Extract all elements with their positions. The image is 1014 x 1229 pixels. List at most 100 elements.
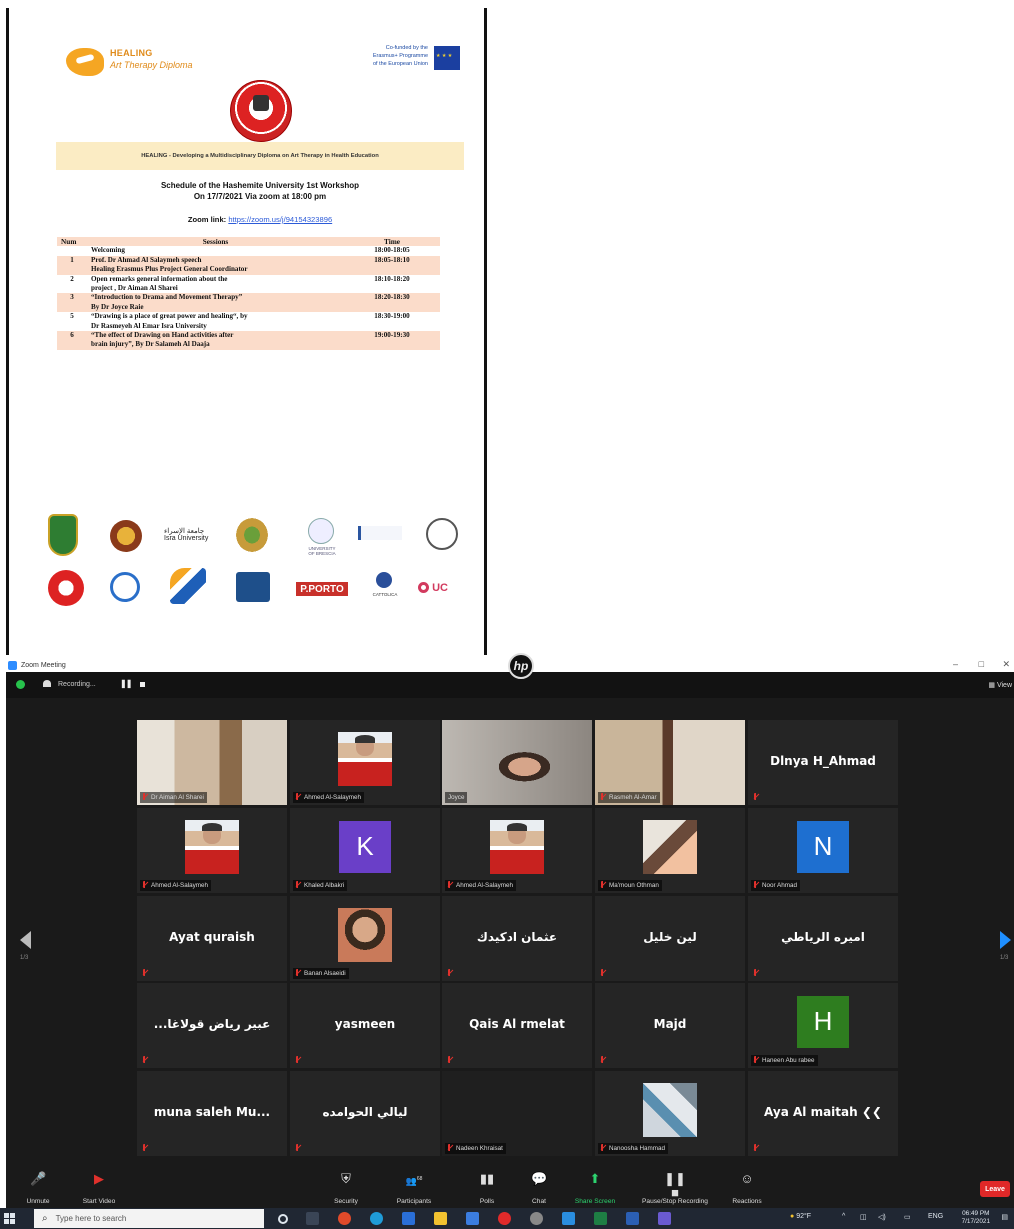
weather-widget[interactable]: ● 92°F [790, 1213, 811, 1220]
language-indicator[interactable]: ENG [928, 1213, 943, 1220]
participant-tile[interactable]: ...عبير رياض قولاغا [137, 983, 287, 1068]
participant-tile[interactable]: K Khaled Albakri [290, 808, 440, 893]
excel-icon[interactable] [594, 1212, 607, 1225]
row-num: 6 [70, 331, 74, 340]
table-row: 1 Prof. Dr Ahmad Al Salaymeh speech Heali… [57, 255, 440, 275]
participant-tile[interactable]: Aya Al maitah ❮❮ [748, 1071, 898, 1156]
word-icon[interactable] [626, 1212, 639, 1225]
minimize-icon[interactable]: – [953, 659, 958, 669]
eu-text-line1: Co-funded by the [385, 45, 428, 51]
participant-tile[interactable]: عثمان ادكيدك [442, 896, 592, 981]
start-video-button[interactable]: ▶ Start Video [74, 1172, 124, 1208]
participant-tile[interactable]: Ahmed Al-Salaymeh [442, 808, 592, 893]
cortana-icon[interactable] [278, 1214, 288, 1224]
zoom-link[interactable]: https://zoom.us/j/94154323896 [228, 215, 332, 224]
uc-logo: UC [418, 582, 468, 598]
view-button[interactable]: ▦ View [988, 681, 1012, 689]
schedule-subtitle: On 17/7/2021 Via zoom at 18:00 pm [193, 192, 327, 201]
task-view-icon[interactable] [306, 1212, 319, 1225]
share-screen-icon: ⬆ [589, 1171, 601, 1186]
participant-tile[interactable]: Majd [595, 983, 745, 1068]
participant-name: Ahmed Al-Salaymeh [151, 882, 209, 889]
participant-name-tag: Joyce [445, 792, 468, 803]
participant-tile[interactable]: Dr Aiman Al Sharei [137, 720, 287, 805]
participant-name-tag [445, 1055, 459, 1066]
participant-tile[interactable]: Nadeen Khraisat [442, 1071, 592, 1156]
participant-tile[interactable]: Rasmeh Al-Amar [595, 720, 745, 805]
pause-stop-recording-label: Pause/Stop Recording [642, 1198, 708, 1205]
participant-tile[interactable]: لين خليل [595, 896, 745, 981]
participant-tile[interactable]: اميره الرياطي [748, 896, 898, 981]
participant-tile[interactable]: Ma'moun Othman [595, 808, 745, 893]
participant-name-tag: Ahmed Al-Salaymeh [445, 880, 517, 891]
taskbar-search-box[interactable]: ⌕ Type here to search [34, 1209, 264, 1228]
chat-button[interactable]: 💬 Chat [524, 1172, 554, 1208]
participants-button[interactable]: 👥68 Participants [390, 1172, 438, 1208]
windows-start-icon[interactable] [4, 1213, 15, 1224]
taskbar-clock[interactable]: 06:49 PM 7/17/2021 [962, 1210, 990, 1226]
zoom-top-bar: Recording... ❚❚ ▦ View [6, 672, 1014, 698]
next-page-arrow-icon[interactable] [1000, 931, 1011, 949]
leave-button[interactable]: Leave [980, 1181, 1010, 1197]
participant-tile[interactable]: Nanoosha Hammad [595, 1071, 745, 1156]
encryption-shield-icon[interactable] [16, 680, 25, 689]
participant-tile[interactable]: Dlnya H_Ahmad [748, 720, 898, 805]
edge-icon[interactable] [370, 1212, 383, 1225]
battery-icon[interactable]: ▭ [904, 1213, 911, 1221]
participant-tile[interactable]: Qais Al rmelat [442, 983, 592, 1068]
chrome-icon[interactable] [338, 1212, 351, 1225]
zoom-taskbar-icon[interactable] [402, 1212, 415, 1225]
previous-page-arrow-icon[interactable] [20, 931, 31, 949]
close-icon[interactable]: ✕ [1002, 659, 1010, 670]
teams-icon[interactable] [658, 1212, 671, 1225]
participant-display-name: عثمان ادكيدك [476, 930, 558, 944]
participant-name-tag: Haneen Abu rabee [751, 1055, 818, 1066]
participant-display-name: اميره الرياطي [781, 930, 865, 944]
security-button[interactable]: ⛨ Security [326, 1172, 366, 1208]
network-icon[interactable]: ◫ [860, 1213, 867, 1221]
participant-name-tag [140, 968, 154, 979]
muted-mic-icon [296, 969, 301, 976]
participant-name-tag [751, 968, 765, 979]
file-explorer-icon[interactable] [434, 1212, 447, 1225]
participant-tile[interactable]: Joyce [442, 720, 592, 805]
tray-chevron-icon[interactable]: ^ [842, 1213, 845, 1220]
participant-profile-photo [338, 731, 392, 786]
app-taskbar-icon[interactable] [466, 1212, 479, 1225]
maximize-icon[interactable]: □ [979, 659, 984, 669]
unmute-button[interactable]: 🎤 Unmute [18, 1172, 58, 1208]
pause-stop-recording-button[interactable]: ❚❚ ■ Pause/Stop Recording [634, 1172, 716, 1208]
row-num: 2 [70, 274, 74, 283]
opera-icon[interactable] [498, 1212, 511, 1225]
pause-recording-icon[interactable]: ❚❚ [120, 679, 132, 688]
participant-tile[interactable]: muna saleh Mu... [137, 1071, 287, 1156]
participant-tile[interactable]: ليالي الحوامده [290, 1071, 440, 1156]
participant-tile[interactable]: Ahmed Al-Salaymeh [290, 720, 440, 805]
row-session: Open remarks general information about t… [91, 274, 228, 293]
participant-tile[interactable]: N Noor Ahmad [748, 808, 898, 893]
polls-icon: ▮▮ [479, 1171, 495, 1186]
participant-tile[interactable]: H Haneen Abu rabee [748, 983, 898, 1068]
volume-icon[interactable]: ◁) [878, 1213, 886, 1221]
notifications-icon[interactable]: ▤ [1001, 1213, 1008, 1221]
stop-recording-icon[interactable] [140, 682, 145, 687]
settings-taskbar-icon[interactable] [530, 1212, 543, 1225]
participant-tile[interactable]: yasmeen [290, 983, 440, 1068]
muted-mic-icon [448, 1056, 453, 1063]
participant-tile[interactable]: Ahmed Al-Salaymeh [137, 808, 287, 893]
share-screen-button[interactable]: ⬆ Share Screen [570, 1172, 620, 1208]
page-indicator-left: 1/3 [20, 955, 29, 961]
reactions-button[interactable]: ☺ Reactions [728, 1172, 766, 1208]
onedrive-icon[interactable] [562, 1212, 575, 1225]
participant-tile[interactable]: Banan Alsaeidi [290, 896, 440, 981]
participant-name-tag: Rasmeh Al-Amar [598, 792, 660, 803]
brescia-university-logo [308, 518, 334, 544]
muted-microphone-icon: 🎤 [30, 1171, 47, 1186]
participant-letter-avatar: N [797, 820, 849, 873]
row-time: 18:20-18:30 [374, 293, 410, 302]
polls-button[interactable]: ▮▮ Polls [472, 1172, 502, 1208]
reactions-label: Reactions [732, 1198, 762, 1205]
participant-name: Rasmeh Al-Amar [609, 794, 657, 801]
participant-tile[interactable]: Ayat quraish [137, 896, 287, 981]
security-shield-icon: ⛨ [341, 1171, 351, 1186]
